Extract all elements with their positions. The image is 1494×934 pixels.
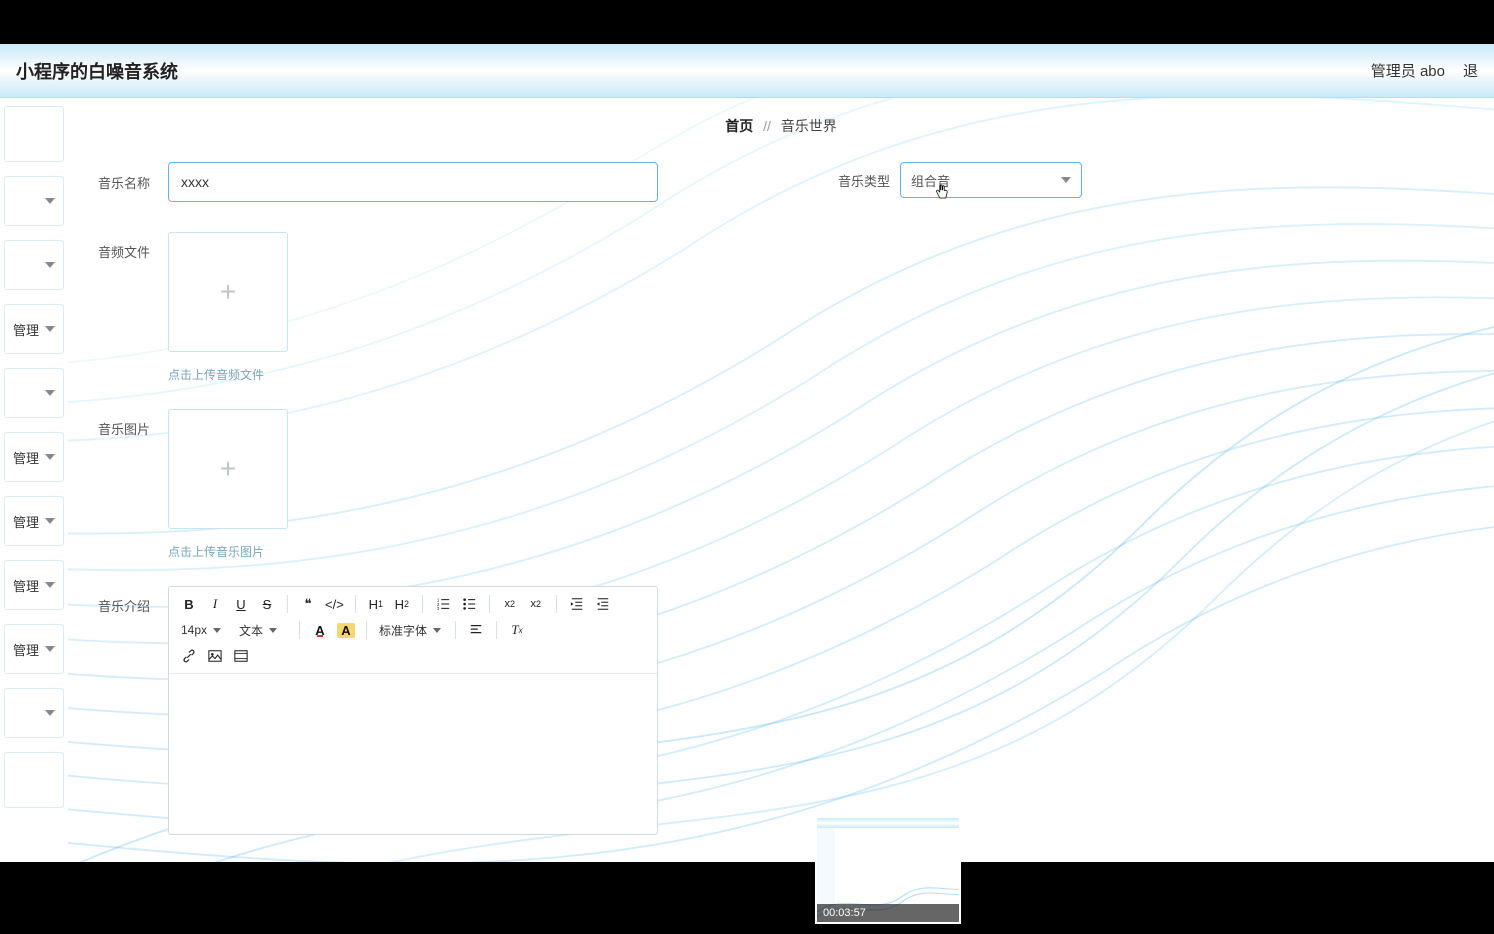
- sidebar: 管理 管理 管理 管理 管理: [0, 98, 68, 862]
- header-bar: 小程序的白噪音系统 管理员 abo 退: [0, 44, 1494, 98]
- chevron-down-icon: [45, 390, 55, 396]
- app-title: 小程序的白噪音系统: [16, 58, 178, 84]
- plus-icon: +: [220, 453, 236, 485]
- editor-content-area[interactable]: [169, 674, 657, 834]
- editor-underline-button[interactable]: U: [229, 593, 253, 615]
- video-control-bar[interactable]: 00:03:57: [0, 862, 1494, 934]
- sidebar-item-9[interactable]: [4, 688, 64, 738]
- video-preview-thumb: 00:03:57: [815, 816, 961, 924]
- sidebar-item-6[interactable]: 管理: [4, 496, 64, 546]
- sidebar-item-8[interactable]: 管理: [4, 624, 64, 674]
- audio-file-label: 音频文件: [98, 232, 168, 261]
- editor-link-button[interactable]: [177, 645, 201, 667]
- sidebar-item-3[interactable]: 管理: [4, 304, 64, 354]
- music-name-label: 音乐名称: [98, 173, 168, 192]
- chevron-down-icon: [45, 710, 55, 716]
- sidebar-item-0[interactable]: [4, 106, 64, 162]
- editor-quote-button[interactable]: ❝: [296, 593, 320, 615]
- image-upload-box[interactable]: +: [168, 409, 288, 529]
- editor-strike-button[interactable]: S: [255, 593, 279, 615]
- sidebar-item-1[interactable]: [4, 176, 64, 226]
- editor-ordered-list-button[interactable]: 123: [431, 593, 455, 615]
- chevron-down-icon: [45, 198, 55, 204]
- music-type-select[interactable]: 组合音: [900, 162, 1082, 198]
- rich-text-editor: B I U S ❝ </> H1 H2: [168, 586, 658, 835]
- header-exit-button[interactable]: 退: [1463, 60, 1478, 81]
- editor-bg-color-button[interactable]: A: [334, 619, 358, 641]
- chevron-down-icon: [213, 628, 221, 633]
- editor-toolbar: B I U S ❝ </> H1 H2: [169, 587, 657, 674]
- audio-upload-hint: 点击上传音频文件: [168, 366, 1464, 383]
- chevron-down-icon: [269, 628, 277, 633]
- chevron-down-icon: [45, 454, 55, 460]
- editor-h2-button[interactable]: H2: [390, 593, 414, 615]
- plus-icon: +: [220, 276, 236, 308]
- editor-bold-button[interactable]: B: [177, 593, 201, 615]
- image-upload-hint: 点击上传音乐图片: [168, 543, 1464, 560]
- breadcrumb: 首页 // 音乐世界: [98, 116, 1464, 136]
- breadcrumb-separator: //: [763, 118, 771, 134]
- music-image-label: 音乐图片: [98, 409, 168, 438]
- editor-text-type-select[interactable]: 文本: [235, 622, 291, 639]
- music-type-value: 组合音: [911, 171, 950, 190]
- chevron-down-icon: [1061, 177, 1071, 183]
- svg-text:3: 3: [437, 606, 440, 611]
- editor-video-button[interactable]: [229, 645, 253, 667]
- video-thumb-time: 00:03:57: [817, 904, 959, 922]
- watermark-text: ev剪辑: [1252, 749, 1484, 854]
- sidebar-item-10[interactable]: [4, 752, 64, 808]
- sidebar-item-7[interactable]: 管理: [4, 560, 64, 610]
- editor-subscript-button[interactable]: x2: [498, 593, 522, 615]
- music-intro-label: 音乐介绍: [98, 586, 168, 615]
- play-icon: [1196, 774, 1238, 830]
- editor-outdent-button[interactable]: [565, 593, 589, 615]
- editor-image-button[interactable]: [203, 645, 227, 667]
- sidebar-item-5[interactable]: 管理: [4, 432, 64, 482]
- editor-unordered-list-button[interactable]: [457, 593, 481, 615]
- editor-text-color-button[interactable]: A: [308, 619, 332, 641]
- editor-code-button[interactable]: </>: [322, 593, 347, 615]
- chevron-down-icon: [45, 326, 55, 332]
- chevron-down-icon: [45, 518, 55, 524]
- app-frame: 小程序的白噪音系统 管理员 abo 退 管理 管理 管理 管理 管理: [0, 44, 1494, 862]
- chevron-down-icon: [45, 582, 55, 588]
- editor-align-button[interactable]: [464, 619, 488, 641]
- chevron-down-icon: [45, 646, 55, 652]
- music-type-label: 音乐类型: [838, 171, 890, 190]
- chevron-down-icon: [45, 262, 55, 268]
- breadcrumb-home[interactable]: 首页: [725, 118, 753, 134]
- sidebar-item-2[interactable]: [4, 240, 64, 290]
- music-name-input[interactable]: [168, 162, 658, 202]
- watermark: ev剪辑: [1196, 749, 1484, 854]
- breadcrumb-current: 音乐世界: [781, 118, 837, 134]
- black-top-bar: [0, 0, 1494, 44]
- header-user-label[interactable]: 管理员 abo: [1371, 60, 1445, 81]
- editor-font-size-select[interactable]: 14px: [177, 623, 233, 637]
- editor-italic-button[interactable]: I: [203, 593, 227, 615]
- editor-clear-format-button[interactable]: Tx: [505, 619, 529, 641]
- chevron-down-icon: [433, 628, 441, 633]
- main-content: 首页 // 音乐世界 音乐名称 音乐类型 组合音: [68, 98, 1494, 862]
- editor-indent-button[interactable]: [591, 593, 615, 615]
- editor-superscript-button[interactable]: x2: [524, 593, 548, 615]
- editor-font-family-select[interactable]: 标准字体: [375, 622, 447, 639]
- sidebar-item-4[interactable]: [4, 368, 64, 418]
- editor-h1-button[interactable]: H1: [364, 593, 388, 615]
- audio-upload-box[interactable]: +: [168, 232, 288, 352]
